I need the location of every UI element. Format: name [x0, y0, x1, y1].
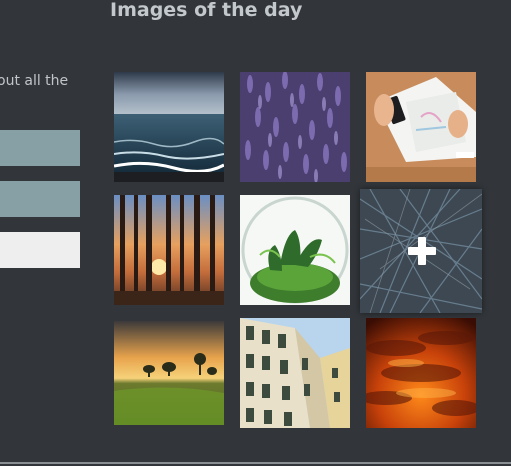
image-tile-forest[interactable]: [114, 195, 224, 305]
sea-image: [114, 72, 224, 182]
plus-icon[interactable]: [408, 237, 436, 265]
sidebar-description: out all the: [0, 73, 69, 89]
forest-image: [114, 195, 224, 305]
image-tile-lavender[interactable]: [240, 72, 350, 182]
image-tile-sea[interactable]: [114, 72, 224, 182]
gallery-title: Images of the day: [110, 0, 303, 21]
image-tile-building[interactable]: [240, 318, 350, 428]
sidebar-button-1[interactable]: [0, 130, 80, 166]
field-image: [114, 321, 224, 425]
image-tile-field[interactable]: [114, 321, 224, 425]
terrarium-image: [240, 195, 350, 305]
lavender-image: [240, 72, 350, 182]
building-image: [240, 318, 350, 428]
sidebar-input[interactable]: [0, 232, 80, 268]
image-tile-sunset-sky[interactable]: [366, 318, 476, 428]
sidebar-button-2[interactable]: [0, 181, 80, 217]
image-tile-abstract-lines[interactable]: [360, 189, 482, 313]
image-tile-desk[interactable]: [366, 72, 476, 182]
sunset-sky-image: [366, 318, 476, 428]
bottom-divider: [0, 462, 511, 464]
image-tile-terrarium[interactable]: [240, 195, 350, 305]
desk-image: [366, 72, 476, 182]
